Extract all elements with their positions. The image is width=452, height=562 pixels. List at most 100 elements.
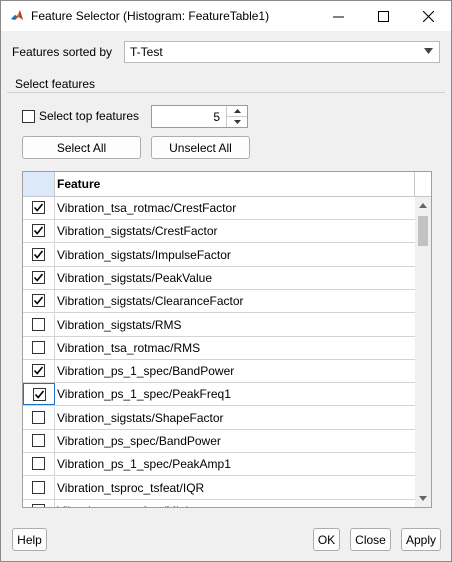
table-body: Vibration_tsa_rotmac/CrestFactor Vibratio… <box>23 197 415 507</box>
row-checkbox[interactable] <box>32 503 45 507</box>
sort-dropdown[interactable]: T-Test <box>124 41 440 63</box>
sort-value: T-Test <box>130 45 163 59</box>
row-checkbox[interactable] <box>33 388 46 402</box>
minimize-button[interactable] <box>316 1 361 31</box>
sort-label: Features sorted by <box>12 45 113 59</box>
row-feature-name: Vibration_tsa_tsfeat/Minimum <box>57 504 215 507</box>
column-header-feature-label: Feature <box>57 177 101 191</box>
table-row[interactable]: Vibration_sigstats/PeakValue <box>23 266 415 290</box>
row-select-cell[interactable] <box>23 313 55 336</box>
row-feature-name: Vibration_sigstats/ShapeFactor <box>57 410 224 425</box>
select-all-button[interactable]: Select All <box>22 136 141 159</box>
check-icon <box>33 226 44 236</box>
select-top-label: Select top features <box>39 109 140 123</box>
row-feature-name: Vibration_tsproc_tsfeat/IQR <box>57 480 205 495</box>
row-checkbox[interactable] <box>32 434 45 447</box>
top-count-spinner[interactable]: 5 <box>151 105 248 128</box>
column-header-spacer <box>415 172 431 197</box>
row-feature-name: Vibration_sigstats/ClearanceFactor <box>57 294 244 309</box>
table-row[interactable]: Vibration_ps_spec/BandPower <box>23 430 415 453</box>
row-checkbox[interactable] <box>32 340 45 354</box>
row-feature-name: Vibration_ps_1_spec/BandPower <box>57 364 235 379</box>
dialog-content: Features sorted by T-Test Select feature… <box>1 31 451 561</box>
table-row[interactable]: Vibration_tsa_rotmac/RMS <box>23 336 415 360</box>
row-feature-name: Vibration_ps_1_spec/PeakAmp1 <box>57 457 231 472</box>
table-row[interactable]: Vibration_tsa_rotmac/CrestFactor <box>23 197 415 220</box>
help-button[interactable]: Help <box>12 528 47 551</box>
spinner-buttons <box>226 106 247 127</box>
row-feature-name: Vibration_tsa_rotmac/CrestFactor <box>57 201 237 215</box>
row-select-cell[interactable] <box>23 406 55 429</box>
table-row[interactable]: Vibration_sigstats/RMS <box>23 313 415 337</box>
spinner-up-button[interactable] <box>227 106 247 117</box>
table-row[interactable]: Vibration_sigstats/CrestFactor <box>23 220 415 244</box>
row-feature-name: Vibration_sigstats/ImpulseFactor <box>57 247 231 262</box>
apply-button[interactable]: Apply <box>401 528 441 551</box>
row-select-cell[interactable] <box>23 430 55 452</box>
row-feature-name: Vibration_tsa_rotmac/RMS <box>57 340 201 355</box>
scroll-down-icon[interactable] <box>419 496 427 501</box>
column-header-feature[interactable]: Feature <box>55 172 415 197</box>
title-bar: Feature Selector (Histogram: FeatureTabl… <box>1 1 451 31</box>
scroll-up-icon[interactable] <box>419 203 427 208</box>
row-checkbox[interactable] <box>32 317 45 331</box>
row-select-cell[interactable] <box>23 453 55 476</box>
check-icon <box>33 366 44 375</box>
maximize-button[interactable] <box>361 1 406 31</box>
chevron-up-icon <box>233 109 241 113</box>
window-title: Feature Selector (Histogram: FeatureTabl… <box>31 9 270 23</box>
row-checkbox[interactable] <box>32 247 45 261</box>
row-feature-name: Vibration_ps_spec/BandPower <box>57 434 221 448</box>
chevron-down-icon <box>424 48 433 54</box>
table-row[interactable]: Vibration_ps_1_spec/PeakAmp1 <box>23 453 415 477</box>
check-icon <box>33 203 44 212</box>
table-row[interactable]: Vibration_tsproc_tsfeat/IQR <box>23 476 415 500</box>
row-feature-name: Vibration_sigstats/PeakValue <box>57 270 212 285</box>
row-checkbox[interactable] <box>32 410 45 424</box>
scrollbar-thumb[interactable] <box>418 216 428 246</box>
close-button[interactable]: Close <box>350 528 391 551</box>
table-row[interactable]: Vibration_sigstats/ClearanceFactor <box>23 290 415 314</box>
row-select-cell[interactable] <box>23 383 55 406</box>
matlab-logo-icon <box>11 10 23 20</box>
row-feature-name: Vibration_ps_1_spec/PeakFreq1 <box>57 387 231 402</box>
spinner-down-button[interactable] <box>227 117 247 127</box>
check-icon <box>33 273 44 282</box>
table-scrollbar[interactable] <box>415 197 431 507</box>
maximize-icon <box>378 10 389 22</box>
feature-table: Feature Vibration_tsa_rotmac/CrestFactor… <box>22 171 432 508</box>
feature-selector-window: Feature Selector (Histogram: FeatureTabl… <box>0 0 452 562</box>
row-checkbox[interactable] <box>32 364 45 378</box>
row-select-cell[interactable] <box>23 197 55 219</box>
row-select-cell[interactable] <box>23 220 55 243</box>
column-header-select[interactable] <box>23 172 55 197</box>
row-select-cell[interactable] <box>23 336 55 359</box>
top-count-value: 5 <box>213 110 220 124</box>
row-select-cell[interactable] <box>23 499 55 507</box>
unselect-all-button[interactable]: Unselect All <box>151 136 250 159</box>
table-row[interactable]: Vibration_ps_1_spec/PeakFreq1 <box>23 383 415 407</box>
close-window-button[interactable] <box>406 1 451 31</box>
table-row[interactable]: Vibration_sigstats/ShapeFactor <box>23 406 415 430</box>
row-checkbox[interactable] <box>32 270 45 284</box>
row-feature-name: Vibration_sigstats/RMS <box>57 317 182 332</box>
row-checkbox[interactable] <box>32 294 45 308</box>
row-select-cell[interactable] <box>23 243 55 266</box>
row-checkbox[interactable] <box>32 480 45 494</box>
check-icon <box>33 250 44 259</box>
close-icon <box>423 10 434 22</box>
ok-button[interactable]: OK <box>313 528 340 551</box>
table-row[interactable]: Vibration_sigstats/ImpulseFactor <box>23 243 415 267</box>
row-select-cell[interactable] <box>23 290 55 313</box>
row-feature-name: Vibration_sigstats/CrestFactor <box>57 224 218 239</box>
row-select-cell[interactable] <box>23 360 55 383</box>
row-checkbox[interactable] <box>32 224 45 238</box>
row-select-cell[interactable] <box>23 266 55 289</box>
table-row[interactable]: Vibration_ps_1_spec/BandPower <box>23 360 415 384</box>
minimize-icon <box>333 16 344 17</box>
row-checkbox[interactable] <box>32 457 45 471</box>
row-checkbox[interactable] <box>32 201 45 214</box>
table-row[interactable]: Vibration_tsa_tsfeat/Minimum <box>23 499 415 507</box>
select-top-checkbox[interactable] <box>22 110 35 123</box>
row-select-cell[interactable] <box>23 476 55 499</box>
